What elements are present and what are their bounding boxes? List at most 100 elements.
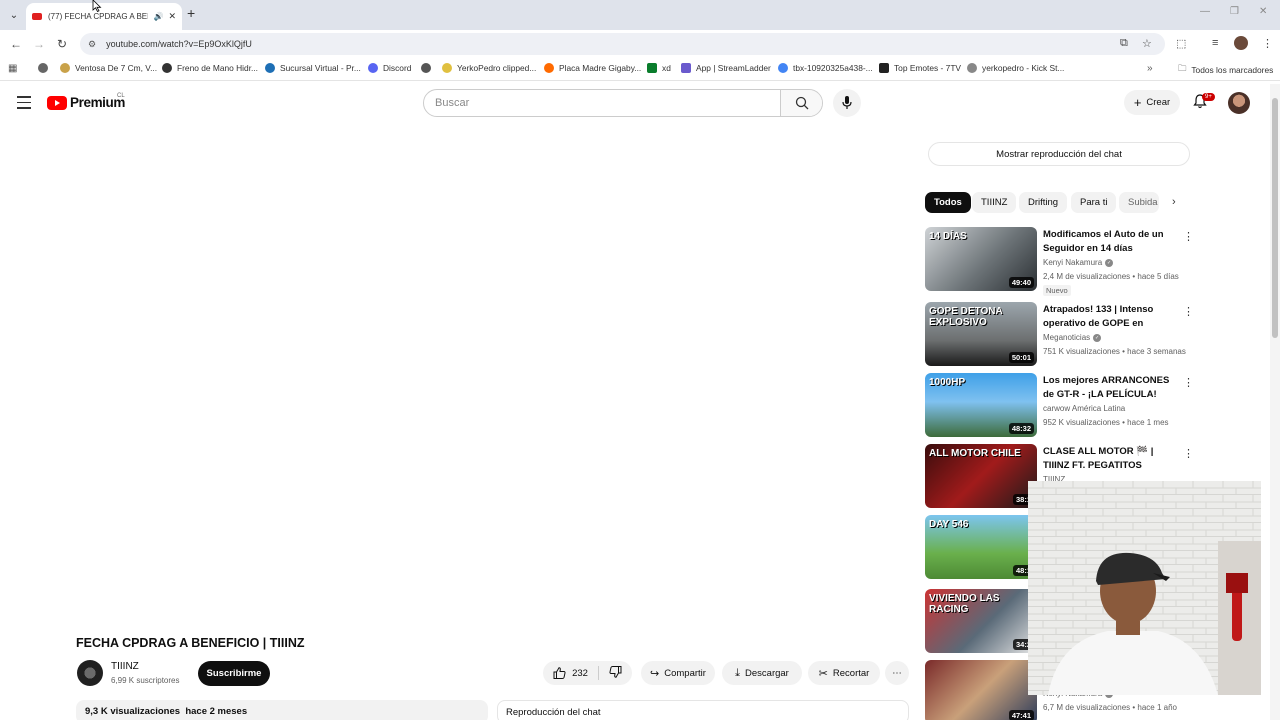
chip-para-ti[interactable]: Para ti: [1071, 192, 1117, 213]
video-thumbnail[interactable]: ALL MOTOR CHILE 38:1: [925, 444, 1037, 508]
minimize-icon[interactable]: —: [1200, 6, 1210, 17]
channel-avatar[interactable]: [77, 660, 103, 686]
bookmark-item[interactable]: yerkopedro - Kick St...: [967, 63, 1064, 73]
bookmark-label: Top Emotes - 7TV: [894, 63, 962, 73]
all-bookmarks-folder[interactable]: 🗀 Todos los marcadores: [1178, 63, 1273, 77]
search-box[interactable]: Buscar: [423, 89, 823, 117]
bookmark-item[interactable]: Placa Madre Gigaby...: [544, 63, 641, 73]
bookmark-item[interactable]: xd: [647, 63, 671, 73]
site-info-icon[interactable]: ⚙: [88, 39, 96, 50]
recommended-title[interactable]: CLASE ALL MOTOR 🏁 | TIIINZ FT. PEGATITOS: [1043, 445, 1179, 472]
thumbnail-caption: DAY 546: [929, 519, 969, 530]
scrollbar-thumb[interactable]: [1272, 98, 1278, 338]
tab-search-icon[interactable]: ⌄: [4, 5, 24, 25]
bookmark-favicon-icon: [544, 63, 554, 73]
all-bookmarks-label: Todos los marcadores: [1191, 65, 1274, 75]
recommended-video[interactable]: 14 DÍAS 49:40 Modificamos el Auto de un Se…: [925, 227, 1194, 296]
plus-icon: +: [1133, 95, 1142, 110]
media-icon[interactable]: ≡: [1212, 37, 1218, 49]
download-icon: ⤓: [735, 666, 741, 679]
reload-icon[interactable]: ↻: [57, 37, 67, 51]
bookmark-item[interactable]: Top Emotes - 7TV: [879, 63, 961, 73]
account-avatar[interactable]: [1228, 92, 1250, 114]
youtube-premium-logo[interactable]: Premium CL: [47, 93, 125, 110]
more-vertical-icon[interactable]: ⋮: [1183, 230, 1194, 243]
description-box[interactable]: 9,3 K visualizaciones hace 2 meses: [76, 700, 488, 720]
bookmark-item[interactable]: tbx-10920325a438-...: [778, 63, 873, 73]
bookmark-favicon-icon: [967, 63, 977, 73]
address-bar[interactable]: ⚙ youtube.com/watch?v=Ep9OxKlQjfU: [80, 33, 1165, 55]
more-vertical-icon[interactable]: ⋮: [1183, 447, 1194, 460]
bookmark-item[interactable]: YerkoPedro clipped...: [442, 63, 536, 73]
new-badge: Nuevo: [1043, 285, 1071, 296]
more-vertical-icon[interactable]: ⋮: [1183, 305, 1194, 318]
recommended-video[interactable]: 1000HP 48:32 Los mejores ARRANCONES de GT-…: [925, 373, 1194, 439]
bookmark-star-icon[interactable]: ☆: [1142, 37, 1152, 50]
extensions-icon[interactable]: ⬚: [1176, 37, 1186, 50]
chip-tiiinz[interactable]: TIIINZ: [972, 192, 1017, 213]
channel-name[interactable]: TIIINZ: [111, 661, 139, 672]
bookmark-item[interactable]: App | StreamLadder: [681, 63, 771, 73]
video-thumbnail[interactable]: 1000HP 48:32: [925, 373, 1037, 437]
recommended-meta: 6,7 M de visualizaciones • hace 1 año: [1043, 703, 1177, 712]
apps-grid-icon[interactable]: ▦: [8, 63, 17, 74]
search-input[interactable]: Buscar: [424, 90, 780, 116]
tab-active[interactable]: (77) FECHA CPDRAG A BENEFICIO | TIIINZ 🔊…: [26, 3, 182, 30]
recommended-channel[interactable]: Kenyi Nakamura✓: [1043, 258, 1114, 267]
recommended-title[interactable]: Atrapados! 133 | Intenso operativo de GO…: [1043, 303, 1179, 330]
recommended-channel[interactable]: carwow América Latina: [1043, 404, 1125, 413]
create-button[interactable]: + Crear: [1124, 90, 1180, 115]
recommended-title[interactable]: Modificamos el Auto de un Seguidor en 14…: [1043, 228, 1179, 255]
clip-button[interactable]: ✂ Recortar: [808, 661, 880, 685]
video-thumbnail[interactable]: DAY 546 48:1: [925, 515, 1037, 579]
share-label: Compartir: [664, 667, 706, 679]
subscribe-button[interactable]: Suscribirme: [198, 661, 270, 686]
more-bookmarks-icon[interactable]: »: [1147, 63, 1153, 74]
show-chat-replay-button[interactable]: Mostrar reproducción del chat: [928, 142, 1190, 166]
guide-menu-icon[interactable]: [17, 96, 31, 113]
like-button[interactable]: 232: [553, 667, 588, 679]
thumbs-up-icon: [553, 667, 566, 679]
chip-subida[interactable]: Subida: [1119, 192, 1159, 213]
more-actions-button[interactable]: ⋯: [885, 661, 909, 685]
bookmark-item[interactable]: Sucursal Virtual - Pr...: [265, 63, 361, 73]
bookmark-item[interactable]: Freno de Mano Hidr...: [162, 63, 258, 73]
video-thumbnail[interactable]: VIVIENDO LAS RACING 34:2: [925, 589, 1037, 653]
bookmark-item[interactable]: Discord: [368, 63, 411, 73]
browser-profile-avatar[interactable]: [1234, 36, 1248, 50]
youtube-play-icon: [47, 95, 67, 110]
recommended-channel[interactable]: Meganoticias ✓: [1043, 333, 1102, 342]
bookmark-item[interactable]: [421, 63, 436, 73]
more-vertical-icon[interactable]: ⋮: [1183, 376, 1194, 389]
forward-icon[interactable]: →: [33, 37, 45, 51]
download-button[interactable]: ⤓ Descargar: [722, 661, 802, 685]
maximize-icon[interactable]: ❐: [1230, 6, 1239, 17]
google-icon: [778, 63, 788, 73]
close-tab-icon[interactable]: ✕: [168, 11, 176, 22]
chip-drifting[interactable]: Drifting: [1019, 192, 1068, 213]
subscriber-count: 6,99 K suscriptores: [111, 676, 180, 685]
cast-icon[interactable]: ⧉: [1120, 37, 1128, 50]
video-thumbnail[interactable]: GOPE DETONA EXPLOSIVO 50:01: [925, 302, 1037, 366]
search-button[interactable]: [780, 90, 822, 116]
back-icon[interactable]: ←: [10, 37, 22, 51]
recommended-title[interactable]: Los mejores ARRANCONES de GT-R - ¡LA PEL…: [1043, 374, 1179, 401]
bookmark-label: Ventosa De 7 Cm, V...: [75, 63, 158, 73]
dislike-button[interactable]: [609, 665, 622, 681]
chip-todos[interactable]: Todos: [925, 192, 971, 213]
globe-icon: [421, 63, 431, 73]
bookmark-globe[interactable]: [38, 63, 53, 73]
share-button[interactable]: ↪ Compartir: [641, 661, 715, 685]
close-window-icon[interactable]: ✕: [1259, 6, 1267, 17]
recommended-video[interactable]: GOPE DETONA EXPLOSIVO 50:01 Atrapados! 133…: [925, 302, 1194, 368]
voice-search-button[interactable]: [833, 89, 861, 117]
browser-menu-icon[interactable]: ⋮: [1262, 37, 1273, 50]
chat-replay-panel[interactable]: Reproducción del chat: [497, 700, 909, 720]
verified-icon: ✓: [1093, 333, 1102, 342]
video-thumbnail[interactable]: 47:41: [925, 660, 1037, 720]
bookmark-item[interactable]: Ventosa De 7 Cm, V...: [60, 63, 157, 73]
chevron-right-icon[interactable]: ›: [1172, 196, 1176, 208]
audio-icon[interactable]: 🔊: [153, 12, 163, 21]
new-tab-button[interactable]: +: [187, 5, 195, 21]
video-thumbnail[interactable]: 14 DÍAS 49:40: [925, 227, 1037, 291]
